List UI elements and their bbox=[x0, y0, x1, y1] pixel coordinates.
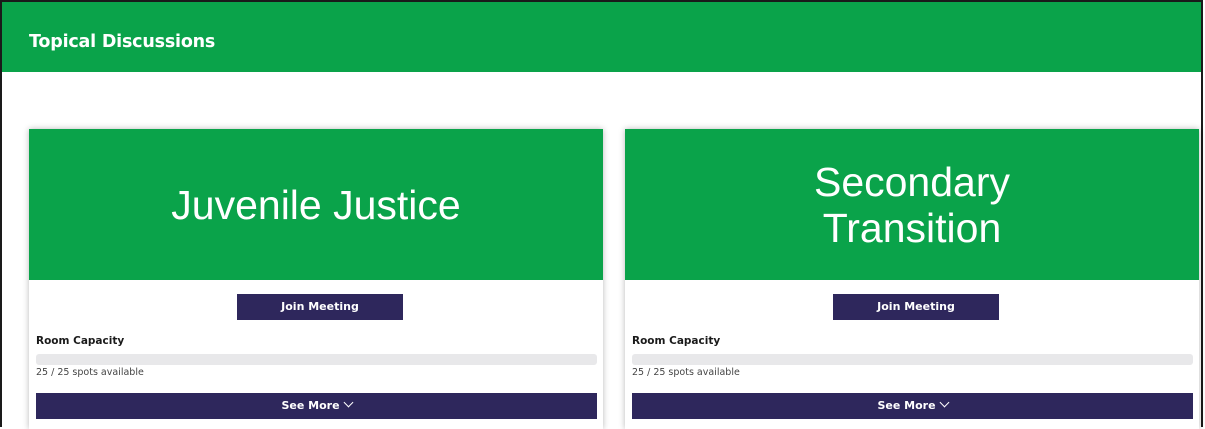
card-banner: Secondary Transition bbox=[625, 129, 1199, 280]
room-capacity-label: Room Capacity bbox=[36, 335, 125, 347]
card-banner-title: Juvenile Justice bbox=[171, 181, 461, 228]
discussion-card-juvenile-justice: Juvenile Justice Join Meeting Room Capac… bbox=[29, 129, 603, 429]
see-more-button[interactable]: See More bbox=[632, 393, 1193, 419]
see-more-label: See More bbox=[281, 399, 340, 412]
room-capacity-text: 25 / 25 spots available bbox=[36, 367, 144, 378]
chevron-down-icon bbox=[939, 397, 949, 408]
room-capacity-text: 25 / 25 spots available bbox=[632, 367, 740, 378]
see-more-button[interactable]: See More bbox=[36, 393, 597, 419]
discussion-card-secondary-transition: Secondary Transition Join Meeting Room C… bbox=[625, 129, 1199, 429]
join-meeting-button[interactable]: Join Meeting bbox=[833, 294, 999, 320]
room-capacity-label: Room Capacity bbox=[632, 335, 721, 347]
see-more-label: See More bbox=[877, 399, 936, 412]
join-meeting-button[interactable]: Join Meeting bbox=[237, 294, 403, 320]
room-capacity-bar bbox=[36, 354, 597, 365]
page-title: Topical Discussions bbox=[29, 32, 216, 52]
chevron-down-icon bbox=[343, 397, 353, 408]
card-banner-title: Secondary Transition bbox=[813, 158, 1010, 251]
section-header: Topical Discussions bbox=[2, 2, 1201, 72]
card-banner: Juvenile Justice bbox=[29, 129, 603, 280]
room-capacity-bar bbox=[632, 354, 1193, 365]
app-frame: Topical Discussions Juvenile Justice Joi… bbox=[0, 0, 1203, 429]
